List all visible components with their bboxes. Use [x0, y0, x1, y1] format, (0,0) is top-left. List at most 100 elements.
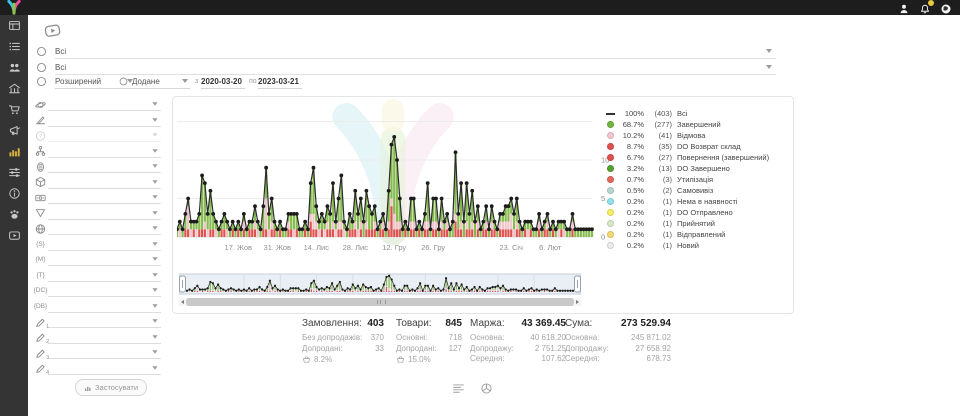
legend-item[interactable]: 0.2%(1)Відправлений: [607, 229, 789, 240]
legend-item[interactable]: 0.7%(3)Утилізація: [607, 174, 789, 185]
stat-title: Сума:273 529.94: [565, 318, 671, 329]
legend-dot-swatch: [607, 132, 614, 139]
list-view-icon[interactable]: [452, 382, 465, 395]
filter-row-utm-t: {T}: [33, 268, 161, 284]
stat-title: Товари:845: [396, 318, 462, 329]
filter-select-hierarchy[interactable]: [48, 145, 161, 158]
rail-item-tutorials[interactable]: [0, 225, 28, 246]
filter-select-utm-dc[interactable]: [48, 284, 161, 297]
legend-label: Самовивіз: [677, 186, 713, 195]
scrollbar-thumb[interactable]: [186, 298, 574, 306]
rail-item-sales[interactable]: [0, 99, 28, 120]
svg-text:?: ?: [39, 134, 42, 140]
rail-item-support[interactable]: [0, 204, 28, 225]
legend-pct: 0.2%: [618, 208, 644, 217]
avatar-icon[interactable]: [940, 2, 952, 14]
rail-item-dashboard[interactable]: [0, 15, 28, 36]
filter-select-utm-s[interactable]: [48, 238, 161, 251]
chart-legend: 100%(403)Всі68.7%(277)Завершений10.2%(41…: [607, 108, 789, 251]
pie-view-icon[interactable]: [480, 382, 493, 395]
legend-count: (35): [644, 142, 672, 151]
chart-range-navigator[interactable]: [179, 273, 581, 295]
orders-status-chart[interactable]: 17. Жов31. Жов14. Лис28. Лис12. Гру26. Г…: [177, 107, 617, 257]
legend-item[interactable]: 8.7%(35)DO Возврат склад: [607, 141, 789, 152]
legend-item[interactable]: 10.2%(41)Відмова: [607, 130, 789, 141]
money-icon: [33, 192, 48, 204]
legend-item[interactable]: 0.2%(1)Прийнятий: [607, 218, 789, 229]
legend-item[interactable]: 0.2%(1)Нема в наявності: [607, 196, 789, 207]
video-hint-icon[interactable]: [41, 20, 65, 40]
stat-subrow: Середня:678.73: [565, 354, 671, 365]
svg-text:14. Лис: 14. Лис: [304, 243, 330, 252]
chevron-down-icon: [152, 273, 157, 276]
filter-select-badge[interactable]: [48, 160, 161, 173]
legend-dot-swatch: [607, 154, 614, 161]
filter-row-planet: [33, 97, 161, 113]
date-to-input[interactable]: 2023-03-21: [258, 74, 302, 89]
rail-item-orders[interactable]: [0, 36, 28, 57]
legend-line-swatch: [606, 113, 615, 115]
date-field-select[interactable]: Додане: [118, 74, 190, 89]
scroll-right-button[interactable]: [574, 298, 581, 306]
svg-text:5: 5: [601, 194, 605, 203]
status-filter-value: Всі: [55, 47, 66, 56]
legend-item[interactable]: 100%(403)Всі: [607, 108, 789, 119]
legend-item[interactable]: 0.2%(1)DO Отправлено: [607, 207, 789, 218]
profile-icon[interactable]: [898, 2, 910, 14]
filter-select-utm-m[interactable]: [48, 253, 161, 266]
rail-item-clients[interactable]: [0, 57, 28, 78]
orders-icon: [8, 40, 21, 53]
filter-select-planet[interactable]: [48, 98, 161, 111]
filter-select-signature[interactable]: [48, 114, 161, 127]
svg-text:0: 0: [601, 233, 605, 242]
calendar-icon: [118, 76, 129, 87]
stat-subrow: Основні:718: [396, 333, 462, 344]
filter-select-money[interactable]: [48, 191, 161, 204]
scroll-left-button[interactable]: [179, 298, 186, 306]
clients-icon: [8, 61, 21, 74]
legend-item[interactable]: 3.2%(13)DO Завершено: [607, 163, 789, 174]
funnel-icon: [33, 207, 48, 219]
filter-select-utm-db[interactable]: [48, 300, 161, 313]
svg-text:31. Жов: 31. Жов: [264, 243, 292, 252]
rail-item-store[interactable]: [0, 78, 28, 99]
rail-item-settings[interactable]: [0, 162, 28, 183]
rail-item-info[interactable]: [0, 183, 28, 204]
legend-count: (1): [644, 230, 672, 239]
legend-pct: 0.2%: [618, 219, 644, 228]
brand-logo-icon[interactable]: [4, 0, 24, 15]
filter-select-globe[interactable]: [48, 222, 161, 235]
status-filter[interactable]: Всі: [55, 44, 776, 59]
basket-icon: [302, 355, 311, 364]
legend-item[interactable]: 6.7%(27)Повернення (завершений): [607, 152, 789, 163]
legend-item[interactable]: 0.2%(1)Новий: [607, 240, 789, 251]
legend-pct: 0.7%: [618, 175, 644, 184]
legend-label: Прийнятий: [677, 219, 715, 228]
legend-pct: 100%: [618, 109, 644, 118]
filter-select-help[interactable]: [48, 129, 161, 142]
badge-icon: [33, 161, 48, 173]
search-icon[interactable]: [35, 75, 48, 88]
legend-pct: 0.5%: [618, 186, 644, 195]
product-filter[interactable]: Всі: [55, 60, 776, 75]
rail-item-marketing[interactable]: [0, 120, 28, 141]
stat-column: Замовлення:403Без допродажів:370Допродан…: [302, 318, 384, 365]
brace-DC-icon: {DC}: [33, 285, 48, 297]
chevron-down-icon: [152, 165, 157, 168]
filter-select-utm-t[interactable]: [48, 269, 161, 282]
date-field-value: Додане: [132, 77, 160, 86]
notifications-icon[interactable]: [919, 2, 931, 14]
legend-dot-swatch: [607, 187, 614, 194]
filter-select-funnel[interactable]: [48, 207, 161, 220]
legend-item[interactable]: 0.5%(2)Самовивіз: [607, 185, 789, 196]
legend-item[interactable]: 68.7%(277)Завершений: [607, 119, 789, 130]
help-icon: ?: [33, 130, 48, 142]
package-icon: [33, 176, 48, 188]
chevron-down-icon: [152, 227, 157, 230]
date-from-input[interactable]: 2020-03-20: [201, 74, 245, 89]
video-icon: [8, 229, 21, 242]
filter-select-package[interactable]: [48, 176, 161, 189]
chevron-down-icon: [152, 118, 157, 121]
notification-badge: [928, 0, 934, 6]
rail-item-analytics[interactable]: [0, 141, 28, 162]
